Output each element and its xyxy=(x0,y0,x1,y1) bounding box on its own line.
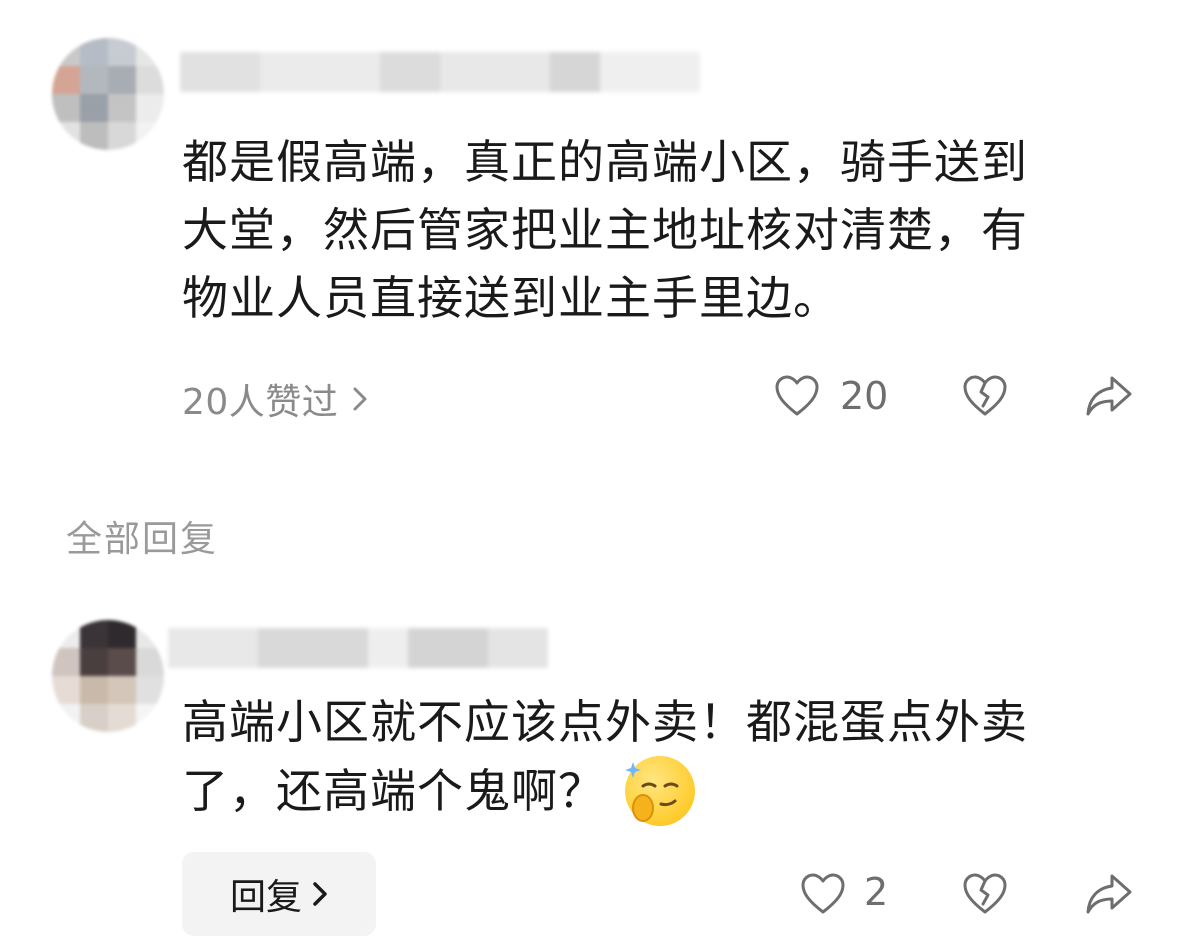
share-icon[interactable] xyxy=(1084,872,1134,916)
comment-line: 大堂，然后管家把业主地址核对清楚，有 xyxy=(182,203,1028,257)
comment-line: 高端小区就不应该点外卖！都混蛋点外卖 xyxy=(182,695,1028,749)
likers-label: 20人赞过 xyxy=(182,382,339,423)
likers-link[interactable]: 20人赞过 xyxy=(182,373,368,425)
comment-text: 高端小区就不应该点外卖！都混蛋点外卖 了，还高端个鬼啊？ xyxy=(182,688,1028,826)
comment-line: 物业人员直接送到业主手里边。 xyxy=(182,271,840,325)
comment-line: 了，还高端个鬼啊？ xyxy=(182,764,605,818)
like-count: 2 xyxy=(864,870,889,914)
comment-text: 都是假高端，真正的高端小区，骑手送到 大堂，然后管家把业主地址核对清楚，有 物业… xyxy=(182,128,1028,332)
like-count: 20 xyxy=(840,374,889,418)
section-title: 全部回复 xyxy=(66,519,219,560)
username[interactable] xyxy=(168,628,548,668)
broken-heart-icon[interactable] xyxy=(962,872,1008,916)
broken-heart-icon[interactable] xyxy=(962,374,1008,418)
comment-line-with-emoji: 了，还高端个鬼啊？ xyxy=(182,756,1028,826)
reply-button[interactable]: 回复 xyxy=(182,852,376,936)
username[interactable] xyxy=(180,52,700,92)
reply-label: 回复 xyxy=(229,877,302,918)
comment-line: 都是假高端，真正的高端小区，骑手送到 xyxy=(182,135,1028,189)
share-icon[interactable] xyxy=(1084,374,1134,418)
avatar[interactable] xyxy=(52,38,164,150)
heart-icon[interactable] xyxy=(774,374,820,418)
heart-icon[interactable] xyxy=(800,872,846,916)
avatar[interactable] xyxy=(52,620,164,732)
chevron-right-icon xyxy=(312,880,328,908)
smug-thinking-emoji-icon xyxy=(625,756,695,826)
chevron-right-icon xyxy=(352,385,368,413)
